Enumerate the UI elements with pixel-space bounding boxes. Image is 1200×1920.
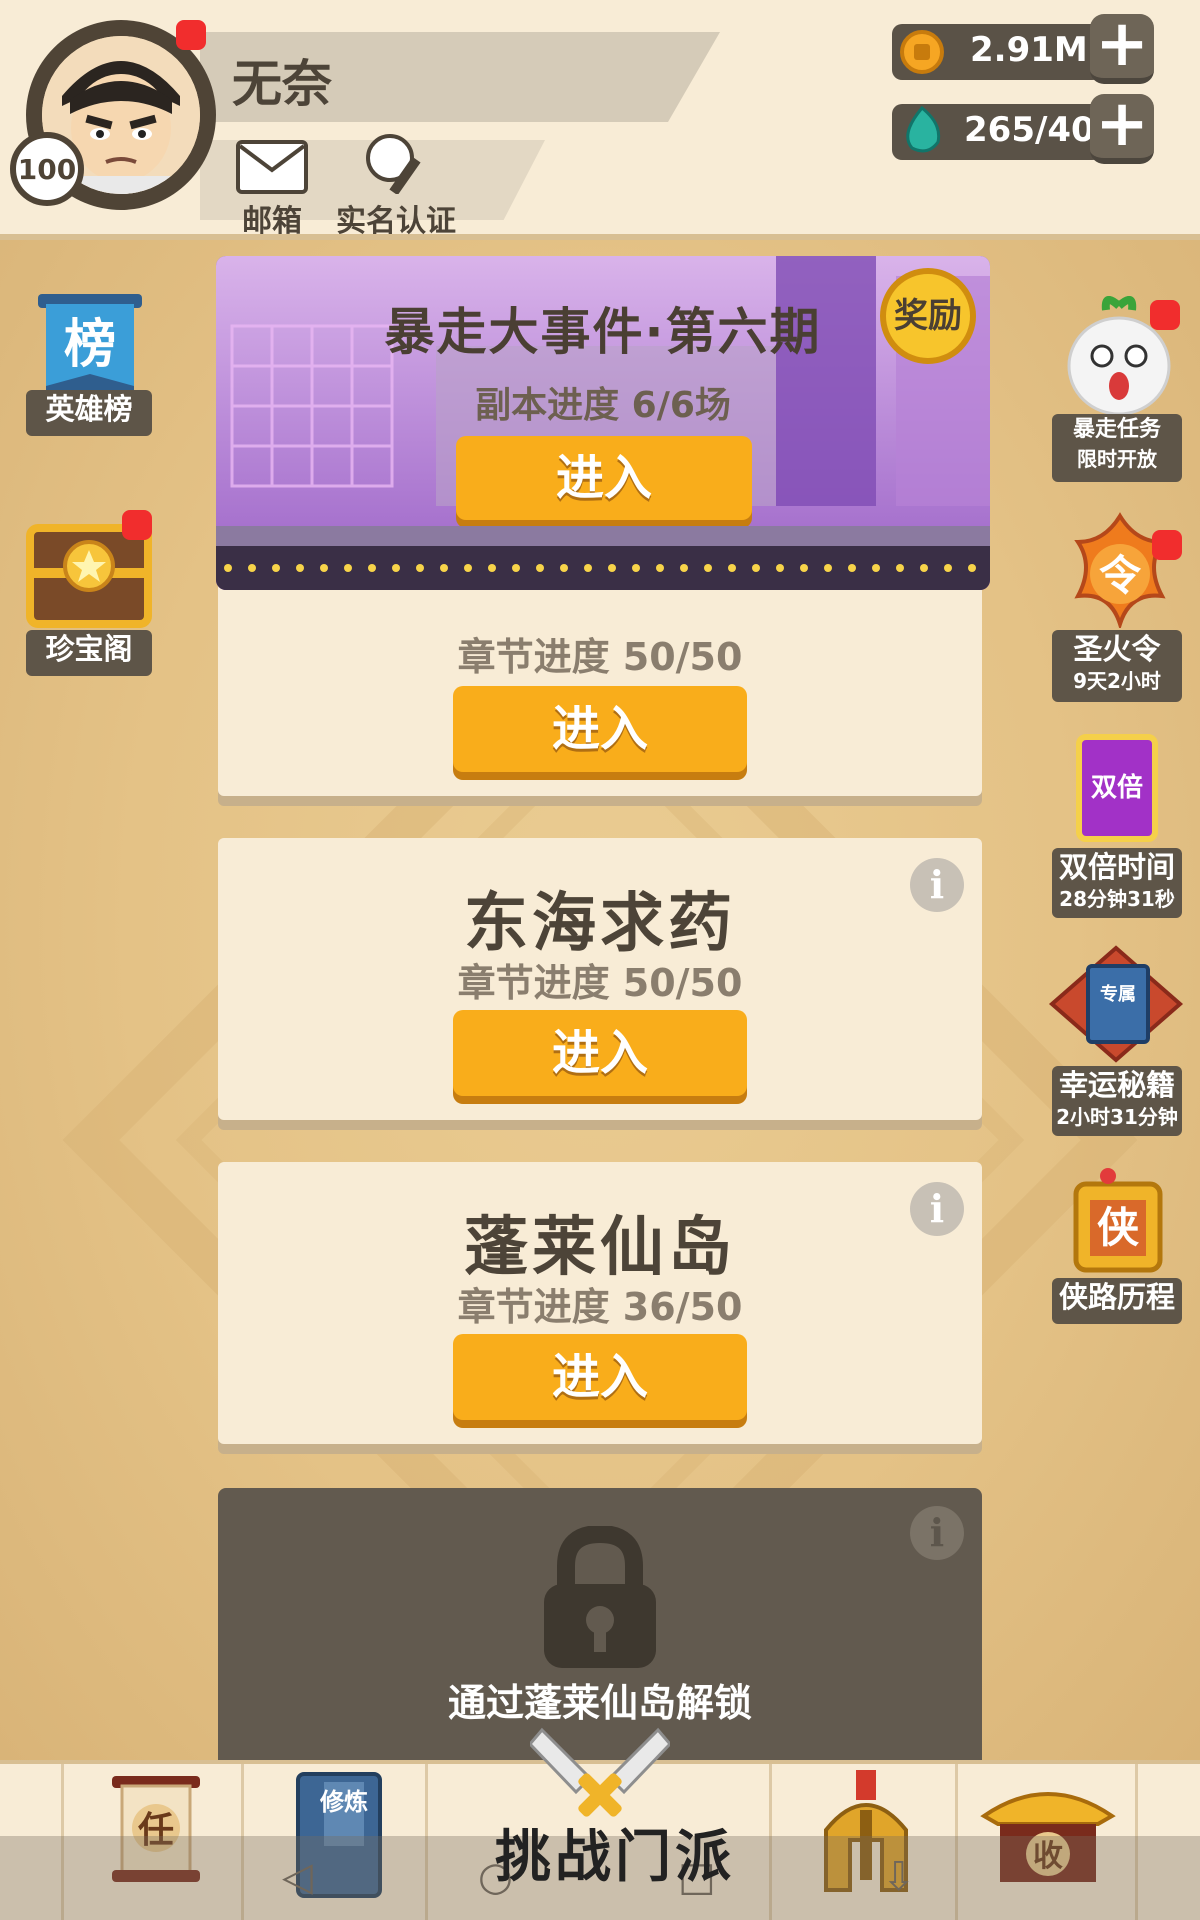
treasure-label: 珍宝阁	[45, 632, 133, 666]
hide-nav-icon[interactable]: ⇩	[882, 1854, 916, 1900]
gem-value: 265/40	[964, 110, 1095, 150]
treasure-label-box: 珍宝阁	[26, 630, 152, 676]
chapter-3-enter-button[interactable]: 进入	[453, 1334, 747, 1420]
hero-rank-label-box: 英雄榜	[26, 390, 152, 436]
rank-glyph: 榜	[64, 315, 116, 375]
top-header: 无奈 100 邮箱 实名认证 2.91M + 265/40 +	[0, 0, 1200, 240]
player-name: 无奈	[232, 55, 332, 113]
double-card-icon: 双倍	[1076, 734, 1158, 842]
pencil-person-icon	[366, 134, 421, 194]
hero-path-button[interactable]: 侠 侠路历程	[1052, 1164, 1182, 1324]
event-banner[interactable]: 暴走大事件·第六期 副本进度 6/6场 进入 奖励	[216, 256, 990, 590]
holy-fire-button[interactable]: 令 圣火令 9天2小时	[1052, 512, 1182, 702]
chapter-card-3: i 蓬莱仙岛 章节进度 36/50 进入	[218, 1162, 982, 1444]
add-gem-button[interactable]: +	[1090, 92, 1154, 164]
rampage-notification-dot	[1150, 300, 1180, 330]
back-icon[interactable]: ◁	[282, 1854, 313, 1900]
double-time-button[interactable]: 双倍 双倍时间 28分钟31秒	[1052, 732, 1182, 918]
holy-fire-label-line1: 圣火令	[1073, 632, 1161, 666]
lucky-book-label-line1: 幸运秘籍	[1058, 1068, 1175, 1102]
envelope-icon	[236, 140, 308, 194]
hero-rank-label: 英雄榜	[45, 392, 133, 426]
double-time-label-box: 双倍时间 28分钟31秒	[1052, 848, 1182, 918]
chapter-1-progress: 章节进度 50/50	[457, 635, 743, 679]
chapter-2-title: 东海求药	[464, 887, 736, 961]
treasure-notification-dot	[122, 510, 152, 540]
event-light-strip	[216, 526, 990, 590]
hero-path-label: 侠路历程	[1058, 1280, 1175, 1314]
avatar-notification-dot	[176, 20, 206, 50]
train-glyph: 修炼	[319, 1788, 368, 1816]
holy-fire-label-line2: 9天2小时	[1073, 669, 1161, 693]
double-time-label-line2: 28分钟31秒	[1059, 887, 1175, 911]
chapter-card-1: 章节进度 50/50 进入	[218, 560, 982, 796]
gem-icon	[906, 105, 941, 153]
book-glyph: 专属	[1100, 983, 1136, 1005]
rampage-label-box: 暴走任务 限时开放	[1052, 414, 1182, 482]
challenge-sect-label[interactable]: 挑战门派	[470, 1812, 760, 1893]
treasure-button[interactable]: 珍宝阁	[24, 508, 154, 678]
rampage-label-line1: 暴走任务	[1072, 417, 1161, 442]
lucky-book-label-line2: 2小时31分钟	[1056, 1105, 1178, 1129]
lucky-book-label-box: 幸运秘籍 2小时31分钟	[1052, 1066, 1182, 1136]
reward-badge[interactable]: 奖励	[880, 268, 976, 364]
light-dots	[216, 526, 990, 572]
gold-value: 2.91M	[970, 30, 1088, 70]
hero-glyph: 侠	[1097, 1203, 1140, 1252]
rampage-task-button[interactable]: 暴走任务 限时开放	[1052, 296, 1182, 486]
add-gold-button[interactable]: +	[1090, 12, 1154, 84]
padlock-icon	[544, 1526, 656, 1668]
hero-rank-button[interactable]: 榜 英雄榜	[24, 290, 154, 440]
locked-hint-text: 通过蓬莱仙岛解锁	[447, 1681, 752, 1725]
chapter-2-progress: 章节进度 50/50	[457, 961, 743, 1005]
locked-info-icon[interactable]: i	[910, 1506, 964, 1560]
verify-label: 实名认证	[336, 204, 456, 239]
hero-path-label-box: 侠路历程	[1052, 1278, 1182, 1324]
event-progress: 副本进度 6/6场	[475, 385, 731, 426]
hero-medal-icon: 侠	[1073, 1168, 1163, 1273]
event-enter-button[interactable]: 进入	[456, 436, 752, 520]
mail-label: 邮箱	[242, 204, 302, 239]
rampage-label-line2: 限时开放	[1077, 447, 1157, 471]
rank-scroll-icon: 榜	[38, 294, 142, 398]
chapter-1-enter-button[interactable]: 进入	[453, 686, 747, 772]
gold-coin-icon	[900, 30, 944, 74]
book-scroll-icon: 专属	[1048, 945, 1184, 1063]
chapter-3-progress: 章节进度 36/50	[457, 1285, 743, 1329]
double-time-label-line1: 双倍时间	[1058, 850, 1175, 884]
verify-button[interactable]: 实名认证	[336, 132, 456, 240]
holy-glyph: 令	[1099, 551, 1142, 600]
mail-button[interactable]: 邮箱	[236, 140, 308, 240]
holy-fire-notification-dot	[1152, 530, 1182, 560]
chapter-3-title: 蓬莱仙岛	[464, 1211, 736, 1285]
chapter-2-enter-button[interactable]: 进入	[453, 1010, 747, 1096]
lucky-book-button[interactable]: 专属 幸运秘籍 2小时31分钟	[1048, 944, 1184, 1136]
event-title: 暴走大事件·第六期	[384, 303, 822, 361]
chapter-card-2: i 东海求药 章节进度 50/50 进入	[218, 838, 982, 1120]
holy-fire-label-box: 圣火令 9天2小时	[1052, 630, 1182, 702]
level-badge: 100	[10, 132, 84, 206]
